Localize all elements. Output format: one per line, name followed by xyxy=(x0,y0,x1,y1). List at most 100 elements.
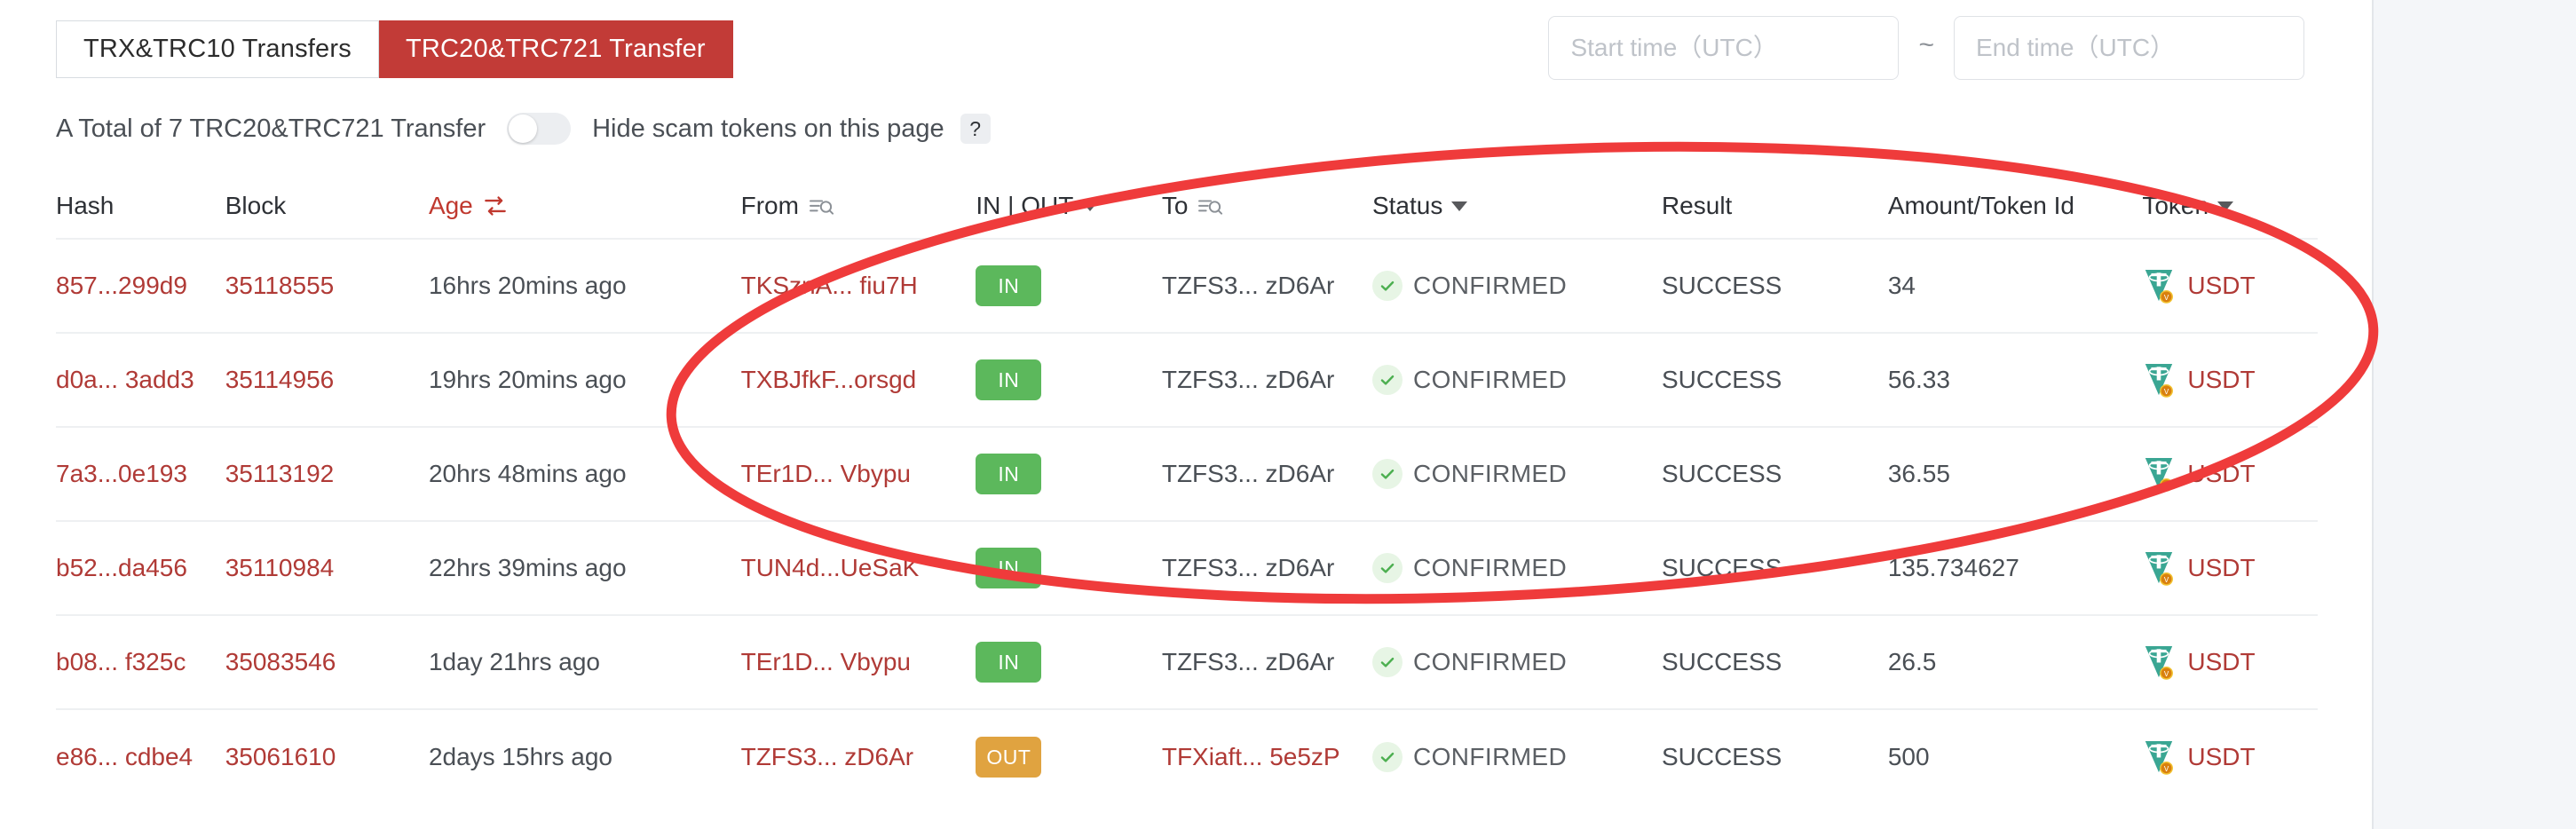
column-header-from[interactable]: From xyxy=(741,192,976,220)
tx-hash-link[interactable]: b52...da456 xyxy=(56,554,187,581)
status-text: CONFIRMED xyxy=(1412,272,1568,299)
from-address-link[interactable]: TXBJfkF...orsgd xyxy=(741,366,917,393)
status-badge: CONFIRMED xyxy=(1371,742,1651,772)
to-address-link[interactable]: TFXiaft... 5e5zP xyxy=(1162,743,1340,770)
end-time-input[interactable] xyxy=(1954,16,2304,80)
table-body: 857...299d9 35118555 16hrs 20mins ago TKSzn… xyxy=(56,240,2318,804)
column-header-to[interactable]: To xyxy=(1162,192,1372,220)
tx-hash-link[interactable]: d0a... 3add3 xyxy=(56,366,194,393)
status-text: CONFIRMED xyxy=(1412,743,1568,770)
to-address-link[interactable]: TZFS3... zD6Ar xyxy=(1162,648,1334,675)
token-cell[interactable]: V USDT xyxy=(2142,267,2307,304)
column-header-inout[interactable]: IN | OUT xyxy=(976,192,1161,220)
block-number-link[interactable]: 35061610 xyxy=(225,743,336,770)
hide-scam-tokens-toggle[interactable] xyxy=(507,113,572,145)
amount-value: 34 xyxy=(1887,272,1916,299)
column-header-age-label: Age xyxy=(428,192,473,219)
sort-toggle-icon[interactable] xyxy=(482,194,509,217)
usdt-token-icon: V xyxy=(2142,549,2176,587)
tx-hash-link[interactable]: 857...299d9 xyxy=(56,272,187,299)
usdt-token-icon: V xyxy=(2142,643,2176,681)
block-number-link[interactable]: 35110984 xyxy=(225,554,335,581)
toolbar: TRX&TRC10 Transfers TRC20&TRC721 Transfe… xyxy=(0,0,2374,105)
column-header-hash[interactable]: Hash xyxy=(56,192,225,220)
token-name[interactable]: USDT xyxy=(2187,648,2255,676)
block-number-link[interactable]: 35083546 xyxy=(225,648,336,675)
token-cell[interactable]: V USDT xyxy=(2142,549,2307,587)
to-address-link[interactable]: TZFS3... zD6Ar xyxy=(1162,460,1334,487)
token-cell[interactable]: V USDT xyxy=(2142,738,2307,776)
tx-hash-link[interactable]: 7a3...0e193 xyxy=(56,460,187,487)
result-value: SUCCESS xyxy=(1661,554,1782,581)
to-address-link[interactable]: TZFS3... zD6Ar xyxy=(1162,366,1334,393)
svg-text:V: V xyxy=(2164,482,2169,490)
column-header-age[interactable]: Age xyxy=(429,192,741,220)
result-value: SUCCESS xyxy=(1661,272,1782,299)
token-name[interactable]: USDT xyxy=(2187,743,2255,771)
svg-text:V: V xyxy=(2164,670,2169,678)
svg-text:V: V xyxy=(2164,388,2169,396)
summary-bar: A Total of 7 TRC20&TRC721 Transfer Hide … xyxy=(56,105,991,153)
from-address-link[interactable]: TKSznA... fiu7H xyxy=(741,272,918,299)
direction-badge: IN xyxy=(976,548,1042,588)
check-icon xyxy=(1371,647,1403,677)
table-row: d0a... 3add3 35114956 19hrs 20mins ago TXBJ… xyxy=(56,334,2318,428)
amount-value: 56.33 xyxy=(1887,366,1950,393)
check-icon xyxy=(1371,271,1403,301)
from-address-link[interactable]: TEr1D... Vbypu xyxy=(741,648,911,675)
block-number-link[interactable]: 35114956 xyxy=(225,366,335,393)
to-address-link[interactable]: TZFS3... zD6Ar xyxy=(1162,272,1334,299)
from-address-link[interactable]: TZFS3... zD6Ar xyxy=(741,743,913,770)
column-header-token-label: Token xyxy=(2142,192,2209,219)
svg-text:V: V xyxy=(2164,765,2169,773)
search-filter-icon[interactable] xyxy=(808,195,834,217)
tab-trx-trc10-transfers[interactable]: TRX&TRC10 Transfers xyxy=(56,20,379,78)
from-address-link[interactable]: TEr1D... Vbypu xyxy=(741,460,911,487)
column-header-token[interactable]: Token xyxy=(2142,192,2318,220)
chevron-down-icon[interactable] xyxy=(1082,201,1099,211)
token-name[interactable]: USDT xyxy=(2187,460,2255,488)
direction-badge: IN xyxy=(976,642,1042,683)
column-header-block[interactable]: Block xyxy=(225,192,429,220)
tab-trc20-trc721-transfer[interactable]: TRC20&TRC721 Transfer xyxy=(378,20,733,78)
search-filter-icon[interactable] xyxy=(1197,195,1223,217)
status-badge: CONFIRMED xyxy=(1371,365,1651,395)
age-value: 16hrs 20mins ago xyxy=(428,272,627,299)
age-value: 20hrs 48mins ago xyxy=(428,460,627,487)
check-icon xyxy=(1371,742,1403,772)
tab-label: TRC20&TRC721 Transfer xyxy=(405,35,706,63)
token-cell[interactable]: V USDT xyxy=(2142,361,2307,399)
token-cell[interactable]: V USDT xyxy=(2142,455,2307,493)
token-name[interactable]: USDT xyxy=(2187,554,2255,582)
token-cell[interactable]: V USDT xyxy=(2142,643,2307,681)
tx-hash-link[interactable]: e86... cdbe4 xyxy=(56,743,193,770)
status-text: CONFIRMED xyxy=(1412,460,1568,487)
status-text: CONFIRMED xyxy=(1412,366,1568,393)
column-header-status[interactable]: Status xyxy=(1372,192,1662,220)
table-row: b08... f325c 35083546 1day 21hrs ago TEr1D.… xyxy=(56,616,2318,710)
hide-scam-tokens-label: Hide scam tokens on this page xyxy=(592,114,944,143)
token-name[interactable]: USDT xyxy=(2187,272,2255,300)
direction-badge: IN xyxy=(976,265,1042,306)
svg-text:V: V xyxy=(2164,576,2169,584)
tx-hash-link[interactable]: b08... f325c xyxy=(56,648,186,675)
block-number-link[interactable]: 35113192 xyxy=(225,460,335,487)
chevron-down-icon[interactable] xyxy=(2217,201,2234,211)
token-name[interactable]: USDT xyxy=(2187,366,2255,394)
help-icon[interactable]: ? xyxy=(960,114,991,144)
page-root: TRX&TRC10 Transfers TRC20&TRC721 Transfe… xyxy=(0,0,2576,829)
direction-badge: IN xyxy=(976,359,1042,400)
from-address-link[interactable]: TUN4d...UeSaK xyxy=(741,554,920,581)
range-separator: ~ xyxy=(1918,30,1934,59)
start-time-input[interactable] xyxy=(1548,16,1900,80)
block-number-link[interactable]: 35118555 xyxy=(225,272,335,299)
age-value: 19hrs 20mins ago xyxy=(428,366,627,393)
to-address-link[interactable]: TZFS3... zD6Ar xyxy=(1162,554,1334,581)
chevron-down-icon[interactable] xyxy=(1451,201,1468,211)
table-row: b52...da456 35110984 22hrs 39mins ago TUN4d… xyxy=(56,522,2318,616)
result-value: SUCCESS xyxy=(1661,648,1782,675)
tab-label: TRX&TRC10 Transfers xyxy=(83,35,352,63)
check-icon xyxy=(1371,553,1403,583)
usdt-token-icon: V xyxy=(2142,455,2176,493)
status-badge: CONFIRMED xyxy=(1371,459,1651,489)
